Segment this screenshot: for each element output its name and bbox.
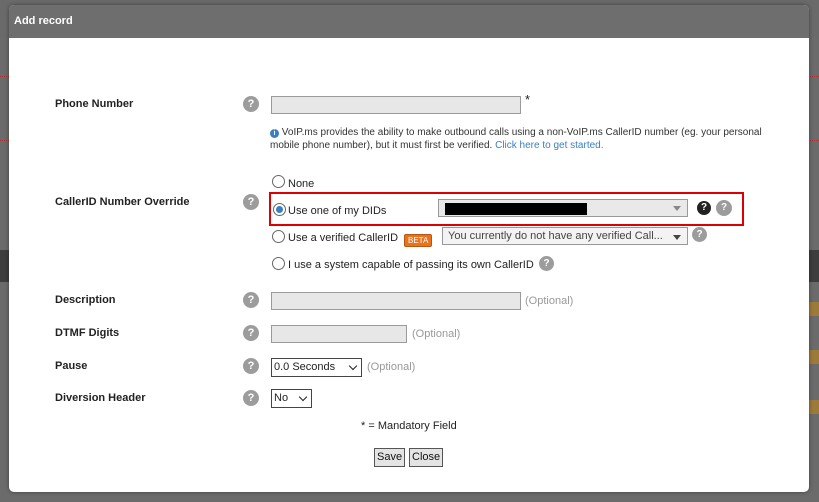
help-icon[interactable]: ? <box>692 227 707 242</box>
mandatory-note: * = Mandatory Field <box>361 420 457 432</box>
radio-use-did-label: Use one of my DIDs <box>288 205 387 217</box>
close-button[interactable]: Close <box>409 448 444 467</box>
phone-number-label: Phone Number <box>55 98 134 110</box>
help-icon[interactable]: ? <box>539 256 554 271</box>
help-icon[interactable]: ? <box>243 358 259 374</box>
did-select[interactable] <box>438 199 688 217</box>
redacted-did-value <box>445 203 587 215</box>
question-icon[interactable]: ? <box>697 201 711 215</box>
chevron-down-icon <box>298 392 308 402</box>
diversion-value: No <box>274 392 289 404</box>
radio-none[interactable] <box>272 175 285 188</box>
radio-verified-callerid[interactable] <box>272 230 285 243</box>
background-edit-icon <box>809 350 819 364</box>
pause-select[interactable]: 0.0 Seconds <box>271 358 362 377</box>
save-button[interactable]: Save <box>374 448 406 467</box>
radio-system-callerid-label: I use a system capable of passing its ow… <box>288 259 534 271</box>
radio-none-label: None <box>288 178 315 190</box>
diversion-select[interactable]: No <box>271 389 312 408</box>
required-mark: * <box>525 92 531 107</box>
get-started-link[interactable]: Click here to get started. <box>495 140 603 151</box>
help-icon[interactable]: ? <box>243 325 259 341</box>
verified-callerid-select[interactable]: You currently do not have any verified C… <box>442 227 688 245</box>
verified-callerid-value: You currently do not have any verified C… <box>448 230 663 242</box>
radio-system-callerid[interactable] <box>272 257 285 270</box>
dtmf-hint: (Optional) <box>412 328 461 340</box>
phone-number-input[interactable] <box>271 96 521 114</box>
chevron-down-icon <box>673 235 681 240</box>
beta-badge: BETA <box>404 234 433 247</box>
description-label: Description <box>55 294 116 306</box>
radio-use-did[interactable] <box>273 203 286 216</box>
dialog-title: Add record <box>9 5 809 38</box>
chevron-down-icon <box>673 206 681 211</box>
dtmf-label: DTMF Digits <box>55 327 120 339</box>
help-icon[interactable]: ? <box>716 200 732 216</box>
callerid-info-note: i VoIP.ms provides the ability to make o… <box>270 126 780 152</box>
add-record-dialog: Add record Phone Number ? * i VoIP.ms pr… <box>9 5 809 492</box>
chevron-down-icon <box>348 361 358 371</box>
dtmf-input[interactable] <box>271 325 407 343</box>
radio-verified-callerid-label: Use a verified CallerID <box>288 232 399 244</box>
help-icon[interactable]: ? <box>243 194 259 210</box>
help-icon[interactable]: ? <box>243 96 259 112</box>
pause-hint: (Optional) <box>367 361 416 373</box>
pause-value: 0.0 Seconds <box>274 361 336 373</box>
help-icon[interactable]: ? <box>243 390 259 406</box>
info-icon: i <box>270 129 279 138</box>
background-edit-icon <box>809 400 819 414</box>
background-edit-icon <box>809 302 819 316</box>
help-icon[interactable]: ? <box>243 292 259 308</box>
callerid-override-label: CallerID Number Override <box>55 196 190 208</box>
description-input[interactable] <box>271 292 521 310</box>
diversion-label: Diversion Header <box>55 392 146 404</box>
description-hint: (Optional) <box>525 295 574 307</box>
pause-label: Pause <box>55 360 88 372</box>
